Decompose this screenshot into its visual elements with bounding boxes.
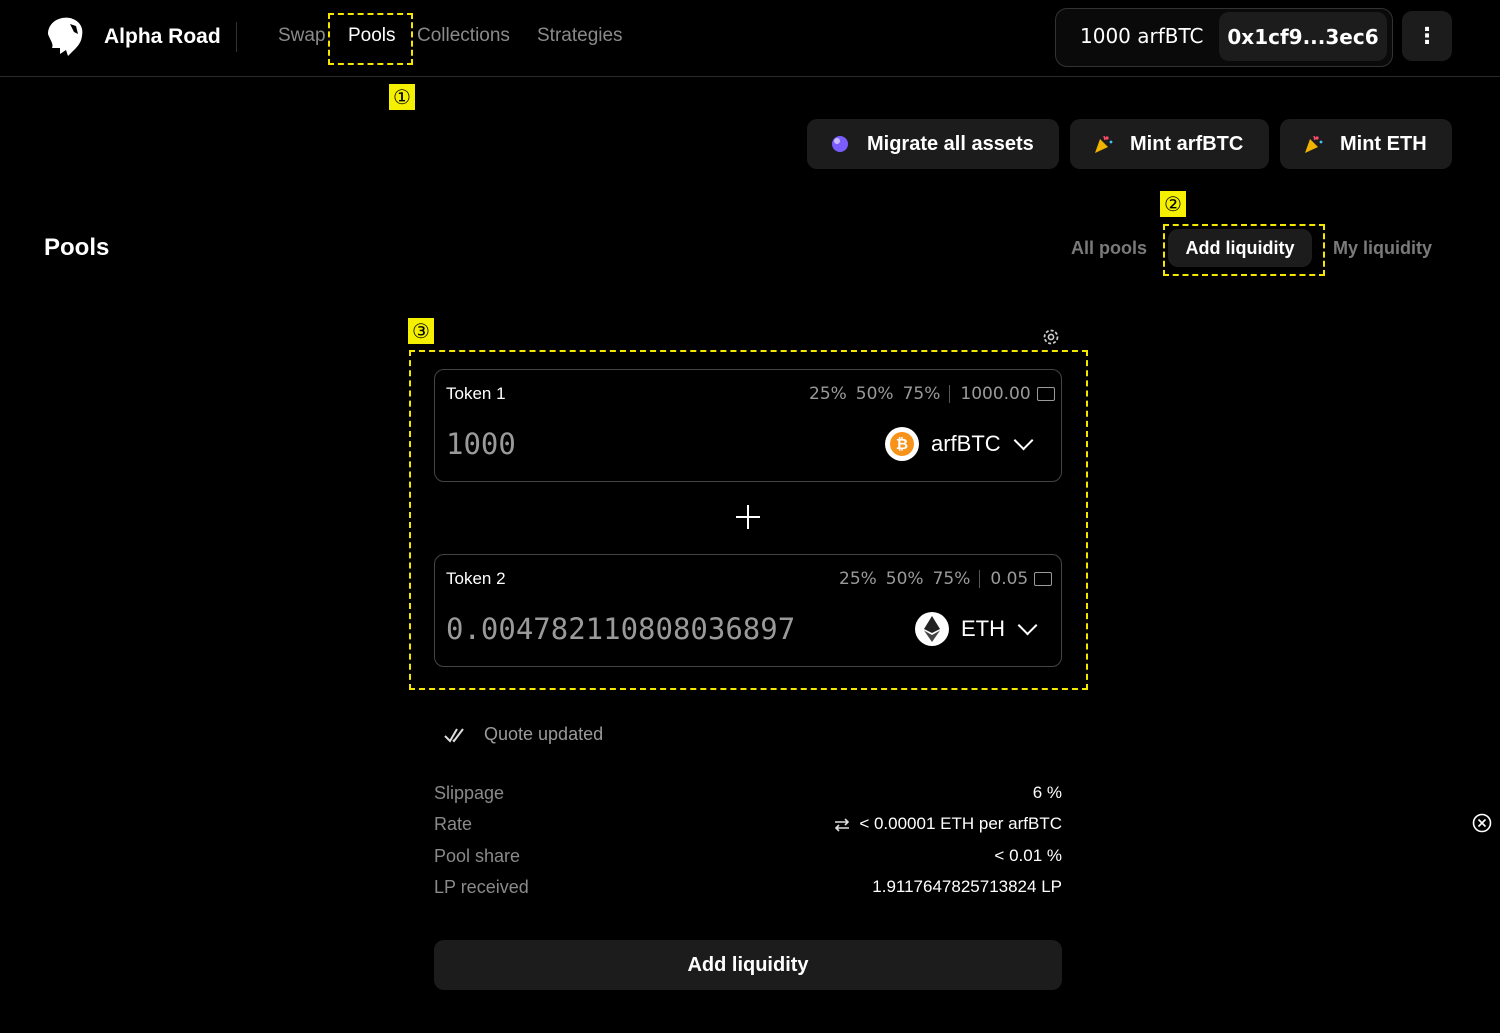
rate-value: < 0.00001 ETH per arfBTC	[833, 814, 1062, 834]
token1-pct-25-button[interactable]: 25%	[809, 384, 847, 404]
more-vertical-icon: ⋮	[1416, 23, 1438, 48]
lp-received-label: LP received	[434, 877, 529, 897]
token2-balance[interactable]: 0.05	[990, 569, 1028, 589]
wallet-icon	[1036, 387, 1055, 401]
brand-name: Alpha Road	[104, 25, 221, 48]
party-popper-icon	[1302, 133, 1324, 155]
token2-label: Token 2	[446, 569, 506, 588]
token2-pct-75-button[interactable]: 75%	[933, 569, 971, 589]
quote-status-text: Quote updated	[484, 724, 604, 744]
quote-status: Quote updated	[444, 724, 603, 745]
plus-icon	[736, 505, 760, 529]
nav-strategies[interactable]: Strategies	[537, 25, 623, 47]
rate-value-text: < 0.00001 ETH per arfBTC	[859, 814, 1062, 833]
rate-label: Rate	[434, 814, 473, 834]
nav-swap[interactable]: Swap	[278, 25, 326, 47]
token2-pct-25-button[interactable]: 25%	[839, 569, 877, 589]
wallet-balance: 1000 arfBTC	[1080, 24, 1204, 48]
settings-gear-icon[interactable]	[1041, 327, 1061, 347]
divider	[949, 385, 951, 403]
mint-eth-button[interactable]: Mint ETH	[1280, 119, 1452, 169]
token1-symbol: arfBTC	[931, 431, 1001, 456]
token2-symbol: ETH	[961, 616, 1005, 641]
swap-arrows-icon[interactable]	[833, 817, 851, 833]
mint-arfbtc-label: Mint arfBTC	[1130, 132, 1244, 155]
annotation-marker-1: ①	[389, 84, 415, 110]
nav-collections[interactable]: Collections	[417, 25, 510, 47]
token1-card: Token 1 25% 50% 75% 1000.00 1000 ₿ arfBTC	[434, 369, 1062, 482]
ethereum-icon	[915, 612, 949, 646]
migrate-all-assets-button[interactable]: Migrate all assets	[807, 119, 1059, 169]
token2-amount-input[interactable]: 0.004782110808036897	[446, 612, 795, 646]
slippage-label: Slippage	[434, 783, 505, 803]
token1-select[interactable]: ₿ arfBTC	[885, 427, 1034, 461]
token1-pct-75-button[interactable]: 75%	[903, 384, 941, 404]
pool-share-label: Pool share	[434, 846, 521, 866]
annotation-marker-3: ③	[408, 318, 434, 344]
party-popper-icon	[1092, 133, 1114, 155]
wallet-address-button[interactable]: 0x1cf9...3ec6	[1219, 12, 1387, 61]
lp-received-value: 1.9117647825713824 LP	[872, 877, 1062, 896]
token2-pct-50-button[interactable]: 50%	[886, 569, 924, 589]
divider	[979, 570, 981, 588]
tab-all-pools[interactable]: All pools	[1071, 238, 1147, 259]
token1-pct-50-button[interactable]: 50%	[856, 384, 894, 404]
more-menu-button[interactable]: ⋮	[1402, 11, 1452, 61]
mint-eth-label: Mint ETH	[1340, 132, 1427, 155]
token2-card: Token 2 25% 50% 75% 0.05 0.0047821108080368…	[434, 554, 1062, 667]
bitcoin-icon: ₿	[885, 427, 919, 461]
mint-arfbtc-button[interactable]: Mint arfBTC	[1070, 119, 1269, 169]
lion-logo-icon[interactable]	[42, 14, 86, 58]
pool-share-value: < 0.01 %	[994, 846, 1062, 865]
annotation-box-2	[1163, 224, 1325, 276]
tab-my-liquidity[interactable]: My liquidity	[1333, 238, 1432, 259]
brand-divider	[236, 22, 237, 52]
annotation-box-1	[328, 13, 413, 65]
migrate-all-assets-label: Migrate all assets	[867, 132, 1034, 155]
token1-quick-amounts: 25% 50% 75% 1000.00	[809, 384, 1055, 404]
page-title: Pools	[44, 234, 110, 261]
svg-text:₿: ₿	[896, 435, 908, 453]
chevron-down-icon	[1013, 430, 1034, 451]
chevron-down-icon	[1017, 615, 1038, 636]
wallet-icon	[1034, 572, 1053, 586]
purple-orb-icon	[829, 133, 851, 155]
token2-select[interactable]: ETH	[915, 612, 1038, 646]
token1-amount-input[interactable]: 1000	[446, 427, 516, 461]
annotation-marker-2: ②	[1160, 191, 1186, 217]
token1-label: Token 1	[446, 384, 506, 403]
token1-balance[interactable]: 1000.00	[960, 384, 1030, 404]
token2-quick-amounts: 25% 50% 75% 0.05	[839, 569, 1053, 589]
double-check-icon	[444, 727, 464, 743]
top-bar: Alpha Road Swap Pools Collections Strate…	[0, 0, 1500, 77]
add-liquidity-button[interactable]: Add liquidity	[434, 940, 1062, 990]
slippage-value: 6 %	[1032, 783, 1062, 802]
close-circle-icon[interactable]	[1472, 813, 1492, 833]
